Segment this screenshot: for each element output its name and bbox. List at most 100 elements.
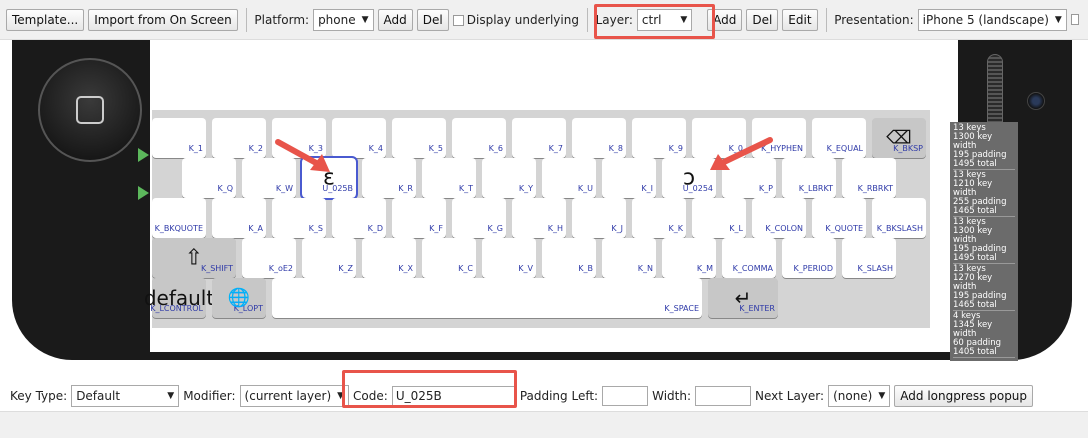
key-k-m[interactable]: K_M <box>662 238 716 278</box>
toolbar-divider <box>586 7 588 32</box>
key-k-lbrkt[interactable]: K_LBRKT <box>782 158 836 198</box>
key-k-lcontrol[interactable]: K_LCONTROL default <box>144 278 214 318</box>
row-stats-line: 1345 key width <box>953 320 993 339</box>
key-type-select[interactable]: Default ▼ <box>71 385 180 407</box>
row-stats-line: 1495 total <box>953 159 997 169</box>
key-k-a[interactable]: K_A <box>212 198 266 238</box>
key-label: K_R <box>398 184 413 193</box>
key-k-bkquote[interactable]: K_BKQUOTE <box>152 198 206 238</box>
width-input[interactable] <box>695 386 751 406</box>
key-k-g[interactable]: K_G <box>452 198 506 238</box>
key-k-0[interactable]: K_0 <box>692 118 746 158</box>
key-k-k[interactable]: K_K <box>632 198 686 238</box>
key-k-j[interactable]: K_J <box>572 198 626 238</box>
key-k-rbrkt[interactable]: K_RBRKT <box>842 158 896 198</box>
code-input[interactable]: U_025B <box>391 386 516 406</box>
key-k-oe2[interactable]: K_oE2 <box>242 238 296 278</box>
layer-del-button[interactable]: Del <box>746 8 779 31</box>
extra-checkbox[interactable] <box>1070 14 1079 25</box>
key-k-b[interactable]: K_B <box>542 238 596 278</box>
key-k-v[interactable]: K_V <box>482 238 536 278</box>
key-k-s[interactable]: K_S <box>272 198 326 238</box>
key-k-x[interactable]: K_X <box>362 238 416 278</box>
next-layer-select[interactable]: (none) ▼ <box>828 385 891 407</box>
display-underlying-checkbox[interactable]: Display underlying <box>452 13 579 27</box>
key-k-5[interactable]: K_5 <box>392 118 446 158</box>
key-k-f[interactable]: K_F <box>392 198 446 238</box>
key-k-shift[interactable]: K_SHIFT ⇧ <box>152 238 236 278</box>
key-k-h[interactable]: K_H <box>512 198 566 238</box>
key-k-7[interactable]: K_7 <box>512 118 566 158</box>
add-longpress-button[interactable]: Add longpress popup <box>894 385 1034 407</box>
key-k-lopt[interactable]: K_LOPT 🌐 <box>212 278 266 318</box>
key-k-d[interactable]: K_D <box>332 198 386 238</box>
platform-select[interactable]: phone ▼ <box>313 8 374 31</box>
toolbar-divider <box>825 7 827 32</box>
key-k-l[interactable]: K_L <box>692 198 746 238</box>
chevron-down-icon: ▼ <box>878 391 886 401</box>
template-button[interactable]: Template... <box>6 8 85 31</box>
key-label: K_Q <box>217 184 233 193</box>
key-k-i[interactable]: K_I <box>602 158 656 198</box>
key-k-r[interactable]: K_R <box>362 158 416 198</box>
presentation-select[interactable]: iPhone 5 (landscape) ▼ <box>917 8 1067 31</box>
import-on-screen-button[interactable]: Import from On Screen <box>88 8 238 31</box>
layer-add-button[interactable]: Add <box>707 8 743 31</box>
key-label: K_RBRKT <box>857 184 893 193</box>
key-k-4[interactable]: K_4 <box>332 118 386 158</box>
layer-edit-button[interactable]: Edit <box>782 8 818 31</box>
key-label: K_X <box>398 264 413 273</box>
key-u-0254[interactable]: U_0254 ɔ <box>662 158 716 198</box>
row-stats-group: 13 keys 1210 key width 255 padding 1465 tot… <box>953 171 1015 217</box>
key-u-025b[interactable]: U_025B ɛ <box>300 156 358 200</box>
chevron-down-icon: ▼ <box>361 14 369 25</box>
key-k-bkslash[interactable]: K_BKSLASH <box>872 198 926 238</box>
key-k-hyphen[interactable]: K_HYPHEN <box>752 118 806 158</box>
row-stats-line: 1495 total <box>953 253 997 263</box>
key-k-9[interactable]: K_9 <box>632 118 686 158</box>
modifier-select[interactable]: (current layer) ▼ <box>239 385 350 407</box>
key-k-6[interactable]: K_6 <box>452 118 506 158</box>
chevron-down-icon: ▼ <box>680 14 688 25</box>
key-k-y[interactable]: K_Y <box>482 158 536 198</box>
key-k-p[interactable]: K_P <box>722 158 776 198</box>
key-label: K_5 <box>428 144 443 153</box>
key-k-w[interactable]: K_W <box>242 158 296 198</box>
key-k-2[interactable]: K_2 <box>212 118 266 158</box>
key-k-z[interactable]: K_Z <box>302 238 356 278</box>
key-label: K_COMMA <box>732 264 773 273</box>
platform-del-button[interactable]: Del <box>416 8 449 31</box>
key-k-colon[interactable]: K_COLON <box>752 198 806 238</box>
key-k-equal[interactable]: K_EQUAL <box>812 118 866 158</box>
key-k-enter[interactable]: K_ENTER ↵ <box>708 278 778 318</box>
layer-select[interactable]: ctrl ▼ <box>636 8 693 31</box>
platform-add-button[interactable]: Add <box>377 8 413 31</box>
key-k-n[interactable]: K_N <box>602 238 656 278</box>
modifier-label: Modifier: <box>183 389 236 403</box>
key-label: K_QUOTE <box>825 224 863 233</box>
key-k-t[interactable]: K_T <box>422 158 476 198</box>
key-k-quote[interactable]: K_QUOTE <box>812 198 866 238</box>
key-label: K_2 <box>248 144 263 153</box>
padding-left-input[interactable] <box>602 386 649 406</box>
key-k-slash[interactable]: K_SLASH <box>842 238 896 278</box>
key-k-3[interactable]: K_3 <box>272 118 326 158</box>
key-k-space[interactable]: K_SPACE <box>272 278 702 318</box>
key-k-8[interactable]: K_8 <box>572 118 626 158</box>
row-stats-line: 1465 total <box>953 206 997 216</box>
key-k-c[interactable]: K_C <box>422 238 476 278</box>
home-button <box>38 58 142 162</box>
row-stats-group: 13 keys 1300 key width 195 padding 1495 tot… <box>953 218 1015 264</box>
key-label: K_A <box>248 224 263 233</box>
key-k-period[interactable]: K_PERIOD <box>782 238 836 278</box>
checkbox-icon <box>452 14 464 26</box>
key-k-bksp[interactable]: K_BKSP ⌫ <box>872 118 926 158</box>
key-label: K_M <box>696 264 713 273</box>
key-label: K_T <box>458 184 473 193</box>
next-layer-label: Next Layer: <box>755 389 825 403</box>
camera-icon <box>1027 92 1045 110</box>
key-k-u[interactable]: K_U <box>542 158 596 198</box>
key-k-1[interactable]: K_1 <box>152 118 206 158</box>
key-k-q[interactable]: K_Q <box>182 158 236 198</box>
key-k-comma[interactable]: K_COMMA <box>722 238 776 278</box>
